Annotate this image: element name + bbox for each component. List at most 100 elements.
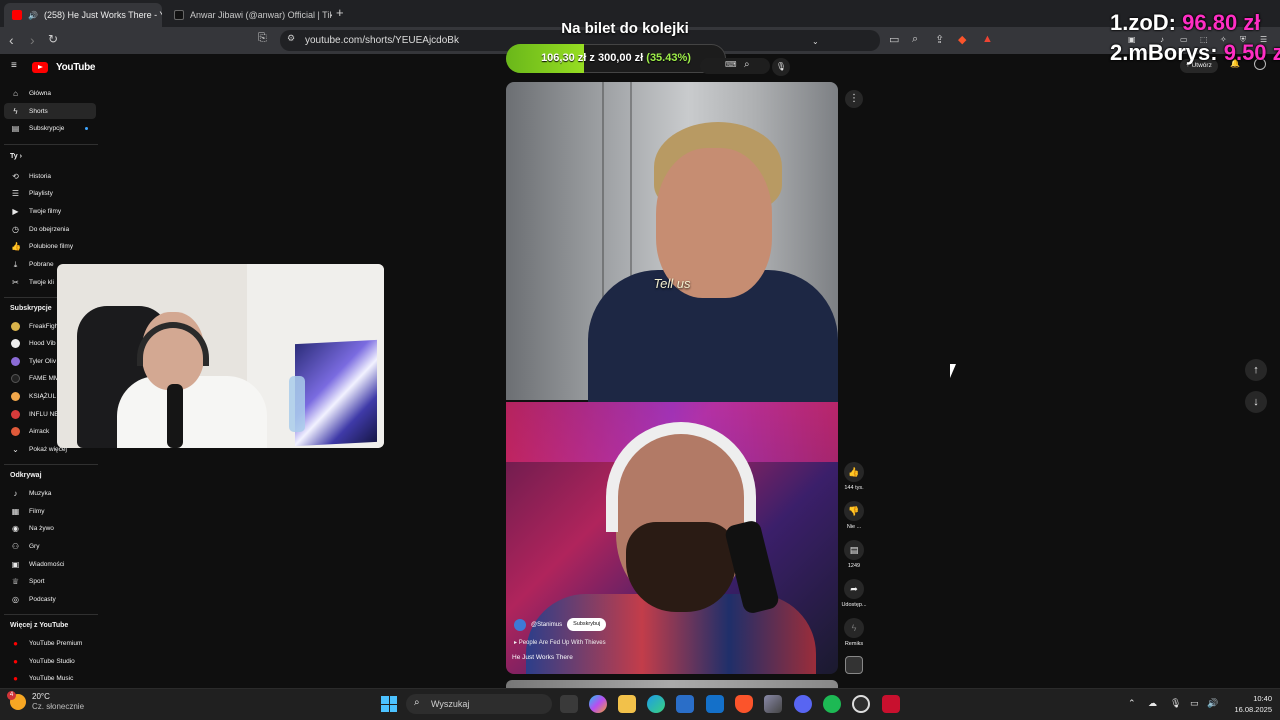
youtube-logo[interactable]: YouTube: [32, 62, 96, 73]
more-options-icon[interactable]: ⋮: [845, 90, 863, 108]
remix-button[interactable]: ϟ Remiks: [843, 618, 865, 647]
sidebar-item-liked[interactable]: 👍 Polubione filmy: [4, 238, 96, 254]
sidebar-item-label: YouTube Music: [29, 674, 74, 682]
outlook-icon[interactable]: [706, 695, 724, 713]
sidebar-item-podcasts[interactable]: ◎ Podcasty: [4, 591, 96, 607]
sidebar-item-news[interactable]: ▣ Wiadomości: [4, 556, 96, 572]
edge-icon[interactable]: [647, 695, 665, 713]
sidebar-item-studio[interactable]: ● YouTube Studio: [4, 653, 96, 669]
spotify-icon[interactable]: [823, 695, 841, 713]
channel-name[interactable]: @Stanimus: [531, 622, 562, 628]
keyboard-icon[interactable]: ⌨: [725, 60, 737, 69]
onedrive-icon[interactable]: ☁: [1148, 698, 1157, 709]
file-explorer-icon[interactable]: [618, 695, 636, 713]
search-icon[interactable]: ⌕: [744, 59, 750, 70]
dislike-button[interactable]: 👎 Nie ...: [843, 501, 865, 530]
taskbar-search[interactable]: [406, 694, 552, 714]
task-view-icon[interactable]: [560, 695, 578, 713]
leaderboard-amount: 9.50 zł: [1223, 40, 1280, 65]
remix-icon[interactable]: ϟ: [844, 618, 864, 638]
sidebar-item-home[interactable]: ⌂ Główna: [4, 85, 96, 101]
sidebar-item-shorts[interactable]: ϟ Shorts: [4, 103, 96, 119]
like-icon: 👍: [11, 241, 21, 251]
forward-icon[interactable]: ›: [30, 32, 35, 48]
sidebar-item-gaming[interactable]: ⚇ Gry: [4, 538, 96, 554]
sidebar-item-music[interactable]: ♪ Muzyka: [4, 485, 96, 501]
mic-tray-icon[interactable]: 🎙: [1170, 698, 1181, 709]
new-tab-button[interactable]: +: [336, 5, 344, 20]
sidebar-item-label: Subskrypcje: [29, 124, 65, 132]
volume-icon[interactable]: 🔊: [1207, 698, 1218, 709]
subscribe-button[interactable]: Subskrybuj: [567, 618, 607, 631]
sidebar-item-premium[interactable]: ● YouTube Premium: [4, 635, 96, 651]
windows-start-icon[interactable]: [381, 696, 397, 712]
short-title[interactable]: He Just Works There: [512, 654, 573, 661]
related-video-link[interactable]: ▸ People Are Fed Up With Thieves: [514, 639, 606, 646]
site-info-icon[interactable]: ⚙: [287, 33, 295, 44]
sidebar-item-music-app[interactable]: ● YouTube Music: [4, 670, 96, 686]
comment-icon[interactable]: ▤: [844, 540, 864, 560]
leaderboard-name: 2.mBorys:: [1110, 40, 1218, 65]
taskbar-clock[interactable]: 10:40 16.08.2025: [1222, 693, 1272, 715]
obs-icon[interactable]: [852, 695, 870, 713]
sidebar-item-label: Playlisty: [29, 189, 53, 197]
back-icon[interactable]: ‹: [9, 32, 14, 48]
sidebar-item-playlists[interactable]: ☰ Playlisty: [4, 185, 96, 201]
sidebar-item-live[interactable]: ◉ Na żywo: [4, 520, 96, 536]
microphone: [167, 384, 183, 448]
sidebar-item-movies[interactable]: ▦ Filmy: [4, 503, 96, 519]
goal-target: 300,00 zł: [597, 52, 644, 64]
next-short-preview[interactable]: [506, 680, 838, 688]
store-icon[interactable]: [676, 695, 694, 713]
photos-icon[interactable]: [764, 695, 782, 713]
sidebar-item-sport[interactable]: ♕ Sport: [4, 573, 96, 589]
channel-avatar[interactable]: [514, 618, 526, 631]
chevron-down-icon: ⌄: [12, 444, 19, 454]
like-button[interactable]: 👍 144 tys.: [843, 462, 865, 491]
tab-tiktok[interactable]: Anwar Jibawi (@anwar) Official | TikT: [166, 3, 332, 27]
discord-icon[interactable]: [794, 695, 812, 713]
tray-chevron-icon[interactable]: ⌃: [1128, 698, 1136, 709]
brave-icon[interactable]: [735, 695, 753, 713]
clock-date: 16.08.2025: [1234, 705, 1272, 714]
share-button[interactable]: ➦ Udostęp...: [841, 579, 867, 608]
sidebar-item-label: Polubione filmy: [29, 242, 74, 250]
shorts-player[interactable]: Tell us @Stanimus Subskrybuj ▸ People Ar…: [506, 82, 838, 674]
goal-percent: (35.43%): [646, 52, 691, 64]
thumbs-up-icon[interactable]: 👍: [844, 462, 864, 482]
comments-button[interactable]: ▤ 1249: [843, 540, 865, 569]
app-icon[interactable]: [882, 695, 900, 713]
brave-shield-icon[interactable]: ◆: [958, 33, 966, 46]
cast-icon[interactable]: ▭: [889, 33, 899, 46]
subscriptions-icon: ▤: [11, 123, 20, 133]
share-page-icon[interactable]: ⇪: [935, 33, 944, 46]
url-text[interactable]: youtube.com/shorts/YEUEAjcdoBk: [305, 35, 459, 46]
taskbar-search-placeholder: Wyszukaj: [431, 699, 470, 709]
thumbs-down-icon[interactable]: 👎: [844, 501, 864, 521]
weather-widget[interactable]: 4 20°C Cz. słonecznie: [7, 691, 84, 712]
leaderboard-amount: 96.80 zł: [1182, 10, 1261, 35]
bookmark-icon[interactable]: ⎘: [258, 32, 267, 45]
sound-thumbnail[interactable]: [845, 656, 863, 674]
sidebar-item-watch-later[interactable]: ◷ Do obejrzenia: [4, 221, 96, 237]
next-short-button[interactable]: ↓: [1245, 391, 1267, 413]
goal-sep: z: [589, 52, 595, 64]
copilot-icon[interactable]: [589, 695, 607, 713]
microphone-icon[interactable]: 🎙: [772, 58, 790, 76]
share-icon[interactable]: ➦: [844, 579, 864, 599]
zoom-icon[interactable]: ⌕: [912, 33, 918, 46]
sidebar-item-history[interactable]: ⟲ Historia: [4, 168, 96, 184]
dropdown-icon[interactable]: ⌄: [812, 37, 819, 46]
tab-youtube[interactable]: 🔊 (258) He Just Works There - Y ×: [4, 3, 162, 27]
sidebar-item-subscriptions[interactable]: ▤ Subskrypcje: [4, 120, 96, 136]
remix-label: Remiks: [844, 641, 864, 647]
podcast-icon: ◎: [12, 594, 19, 604]
sun-icon: 4: [7, 691, 26, 710]
sidebar-item-your-videos[interactable]: ▶ Twoje filmy: [4, 203, 96, 219]
previous-short-button[interactable]: ↑: [1245, 359, 1267, 381]
rewards-icon[interactable]: ▲: [982, 33, 993, 45]
network-icon[interactable]: ▭: [1190, 698, 1199, 709]
menu-icon[interactable]: ≡: [11, 60, 17, 71]
reload-icon[interactable]: ↻: [48, 32, 58, 46]
section-you-title[interactable]: Ty ›: [10, 153, 22, 160]
